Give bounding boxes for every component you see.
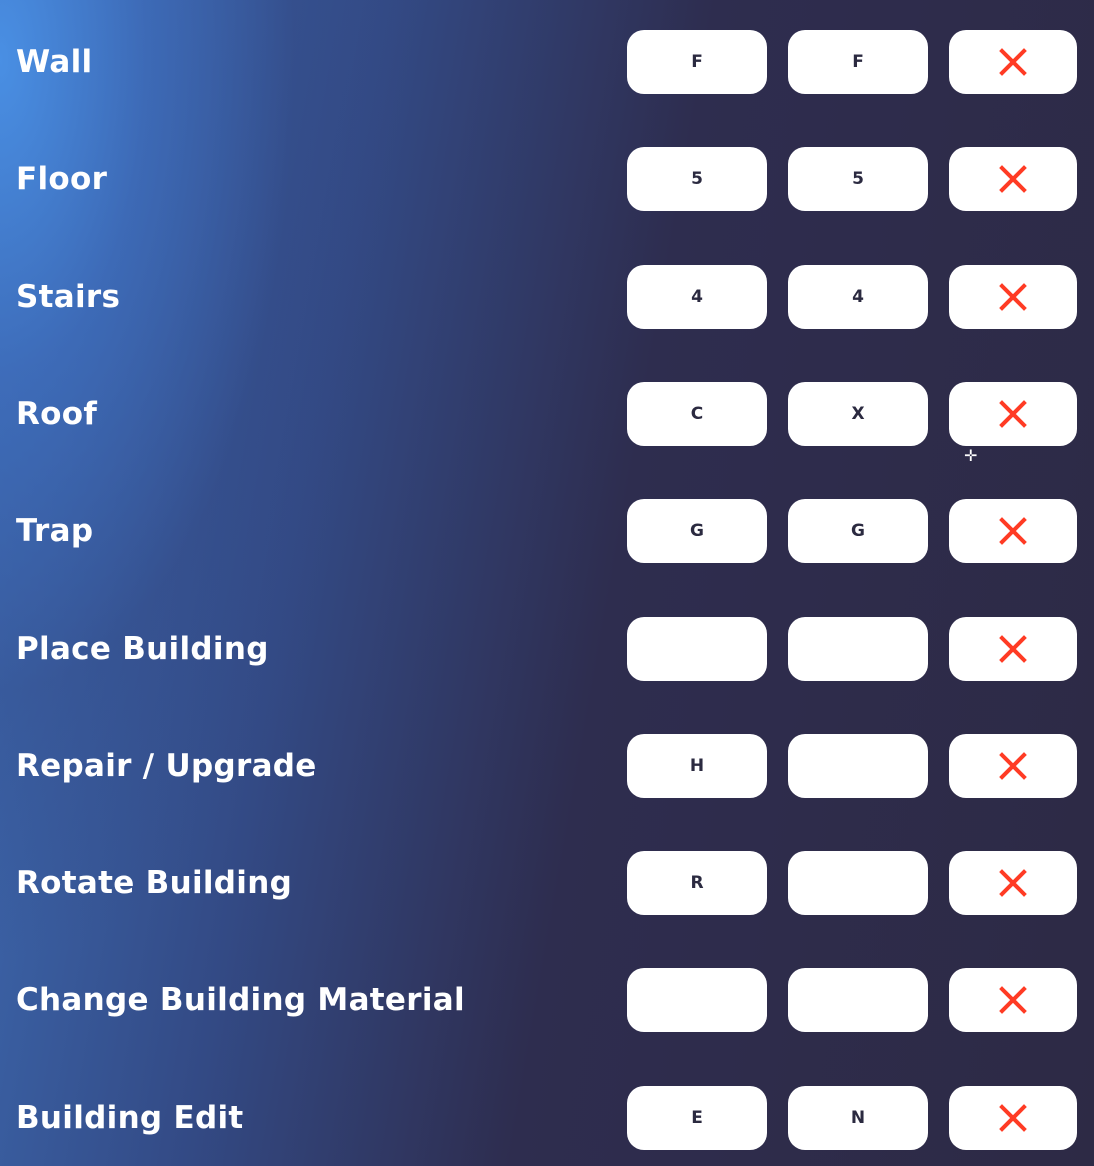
action-label: Rotate Building	[16, 865, 293, 902]
secondary-key-button[interactable]: 5	[788, 147, 928, 212]
clear-binding-button[interactable]	[949, 30, 1077, 94]
primary-key-button[interactable]: E	[627, 1085, 767, 1150]
close-x-icon	[999, 400, 1027, 428]
action-label: Roof	[16, 395, 98, 432]
keybinding-row: Building Edit E N	[0, 1085, 1094, 1150]
close-x-icon	[999, 986, 1027, 1015]
primary-key-button[interactable]	[627, 968, 767, 1033]
secondary-key-button[interactable]: F	[788, 30, 928, 94]
close-x-icon	[999, 165, 1027, 194]
keybinding-row: Floor 5 5	[0, 147, 1094, 212]
close-x-icon	[999, 869, 1027, 897]
action-label: Wall	[16, 44, 93, 80]
primary-key-button[interactable]: F	[627, 30, 767, 94]
keybinding-row: Wall F F	[0, 30, 1094, 94]
action-label: Trap	[16, 513, 94, 550]
primary-key-button[interactable]: 4	[627, 264, 767, 329]
keybinding-row: Roof C X	[0, 381, 1094, 446]
primary-key-button[interactable]: R	[627, 851, 767, 916]
keybinding-row: Stairs 4 4	[0, 264, 1094, 329]
secondary-key-button[interactable]: X	[788, 381, 928, 446]
clear-binding-button[interactable]	[949, 616, 1077, 681]
secondary-key-button[interactable]	[788, 851, 928, 916]
crosshair-cursor-icon: ✛	[964, 446, 978, 465]
keybinding-row: Place Building	[0, 616, 1094, 681]
secondary-key-button[interactable]	[788, 968, 928, 1033]
clear-binding-button[interactable]	[949, 381, 1077, 446]
close-x-icon	[999, 751, 1027, 780]
primary-key-button[interactable]	[627, 616, 767, 681]
clear-binding-button[interactable]	[949, 264, 1077, 329]
keybinding-row: Change Building Material	[0, 968, 1094, 1033]
primary-key-button[interactable]: H	[627, 733, 767, 798]
action-label: Repair / Upgrade	[16, 747, 317, 784]
primary-key-button[interactable]: C	[627, 381, 767, 446]
close-x-icon	[999, 282, 1027, 311]
primary-key-button[interactable]: G	[627, 499, 767, 564]
primary-key-button[interactable]: 5	[627, 147, 767, 212]
clear-binding-button[interactable]	[949, 851, 1077, 916]
action-label: Change Building Material	[16, 982, 465, 1019]
clear-binding-button[interactable]	[949, 499, 1077, 564]
clear-binding-button[interactable]	[949, 968, 1077, 1033]
action-label: Place Building	[16, 630, 269, 667]
close-x-icon	[999, 517, 1027, 546]
clear-binding-button[interactable]	[949, 733, 1077, 798]
action-label: Stairs	[16, 278, 121, 315]
action-label: Building Edit	[16, 1099, 244, 1136]
clear-binding-button[interactable]	[949, 1085, 1077, 1150]
close-x-icon	[999, 48, 1027, 76]
secondary-key-button[interactable]	[788, 733, 928, 798]
keybinding-row: Repair / Upgrade H	[0, 733, 1094, 798]
secondary-key-button[interactable]: G	[788, 499, 928, 564]
secondary-key-button[interactable]: N	[788, 1085, 928, 1150]
secondary-key-button[interactable]	[788, 616, 928, 681]
action-label: Floor	[16, 161, 108, 198]
keybinding-row: Rotate Building R	[0, 851, 1094, 916]
close-x-icon	[999, 1103, 1027, 1132]
secondary-key-button[interactable]: 4	[788, 264, 928, 329]
close-x-icon	[999, 634, 1027, 663]
clear-binding-button[interactable]	[949, 147, 1077, 212]
keybinding-row: Trap G G	[0, 499, 1094, 564]
